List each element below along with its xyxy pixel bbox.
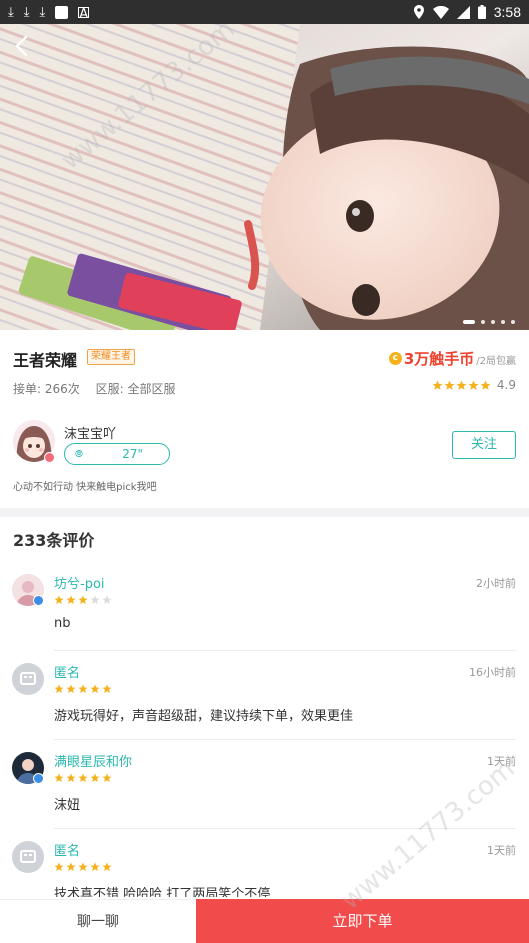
star-filled-icon [78,773,88,782]
price-unit: /2局包赢 [476,356,516,367]
photo-pager [463,320,515,324]
star-filled-icon [54,595,64,604]
section-divider [0,508,529,517]
review-item: 坊兮-poi 2小时前 nb [0,562,529,651]
player-info: 王者荣耀 荣耀王者 c 3万触手币 /2局包赢 接单: 266次 区服: 全部区… [0,330,529,508]
review-time: 1天前 [487,844,516,857]
coin-icon: c [388,352,402,365]
voice-wave-icon: ⦾ [75,448,83,460]
star-filled-icon [66,773,76,782]
nickname: 沫宝宝吖 [64,427,117,442]
star-filled-icon [54,773,64,782]
star-filled-icon [78,684,88,693]
price-value: 3万触手币 [403,350,475,368]
star-filled-icon [54,684,64,693]
rating-stars [432,380,491,391]
gender-badge-icon [33,773,44,784]
order-stats: 接单: 266次 区服: 全部区服 [13,380,175,397]
pager-dot-active [463,320,475,324]
status-bar: ⤓ ⤓ ⤓ A 3:58 [0,0,529,24]
pager-dot [491,320,495,324]
star-filled-icon [102,684,112,693]
star-filled-icon [90,684,100,693]
star-filled-icon [456,380,467,390]
avatar-badge-icon [44,452,55,463]
notification-icon [55,5,69,19]
download-icon: ⤓ [23,4,30,20]
review-item: 满眼星辰和你 1天前沫妞 [0,740,529,829]
star-filled-icon [54,862,64,871]
review-text: 游戏玩得好，声音超级甜，建议持续下单，效果更佳 [54,709,354,724]
star-filled-icon [78,595,88,604]
location-icon [413,5,424,19]
back-arrow-icon[interactable] [8,32,36,60]
wifi-icon [432,5,449,19]
star-filled-icon [66,684,76,693]
star-filled-icon [444,380,455,390]
star-filled-icon [480,380,491,390]
star-filled-icon [66,595,76,604]
star-empty-icon [102,595,112,604]
page: ⤓ ⤓ ⤓ A 3:58 王者荣耀 荣耀王者 c 3万触手币 /2局包赢 接单:… [0,0,529,943]
star-filled-icon [90,773,100,782]
voice-length: 27" [122,447,143,461]
app-notification-icon: A [78,6,90,22]
download-icon: ⤓ [8,4,14,20]
rank-badge: 荣耀王者 [87,349,135,365]
star-filled-icon [90,862,100,871]
star-filled-icon [78,862,88,871]
rating-score: 4.9 [496,378,516,392]
signal-icon [456,5,470,19]
star-filled-icon [66,862,76,871]
reviews-title: 233条评价 [13,531,95,550]
anonymous-user-icon [20,850,36,863]
anonymous-avatar [12,841,44,873]
star-filled-icon [468,380,479,390]
gender-badge-icon [33,595,44,606]
reviewer-name: 坊兮-poi [54,577,105,592]
pager-dot [511,320,515,324]
star-filled-icon [432,380,443,390]
price: c 3万触手币 /2局包赢 [388,348,516,369]
review-text: 沫妞 [54,798,81,813]
review-stars [54,684,112,694]
chat-button[interactable]: 聊一聊 [0,899,196,943]
battery-icon [477,5,486,19]
review-text: 技术真不错 哈哈哈 打了两局笑个不停 [54,887,271,897]
order-now-button[interactable]: 立即下单 [196,899,529,943]
profile-photo[interactable] [0,24,529,330]
anonymous-user-icon [20,672,36,685]
review-stars [54,862,112,872]
review-text: nb [54,616,71,631]
follow-button[interactable]: 关注 [452,431,516,459]
reviewer-name: 匿名 [54,844,81,859]
star-empty-icon [90,595,100,604]
review-stars [54,595,112,605]
star-filled-icon [102,773,112,782]
review-time: 16小时前 [469,666,516,679]
voice-intro-button[interactable]: ⦾ 27" [64,443,170,465]
status-time: 3:58 [493,4,521,20]
game-title: 王者荣耀 [13,351,78,370]
star-filled-icon [102,862,112,871]
signature: 心动不如行动 快来触电pick我吧 [13,482,157,493]
review-stars [54,773,112,783]
rating: 4.9 [432,378,516,392]
photo-illustration [0,24,529,330]
reviews-section: 233条评价 坊兮-poi 2小时前 nb 匿名 16小时前游戏玩得好，声音超级甜，建议… [0,517,529,897]
review-time: 1天前 [487,755,516,768]
server-info: 区服: 全部区服 [95,382,176,396]
reviewer-name: 满眼星辰和你 [54,755,133,770]
review-item: 匿名 1天前技术真不错 哈哈哈 打了两局笑个不停 [0,829,529,897]
pager-dot [481,320,485,324]
review-time: 2小时前 [476,577,516,590]
order-count: 接单: 266次 [13,382,80,396]
download-icon: ⤓ [39,4,46,20]
bottom-action-bar: 聊一聊 立即下单 [0,899,529,943]
pager-dot [501,320,505,324]
reviewer-name: 匿名 [54,666,81,681]
review-item: 匿名 16小时前游戏玩得好，声音超级甜，建议持续下单，效果更佳 [0,651,529,740]
anonymous-avatar [12,663,44,695]
